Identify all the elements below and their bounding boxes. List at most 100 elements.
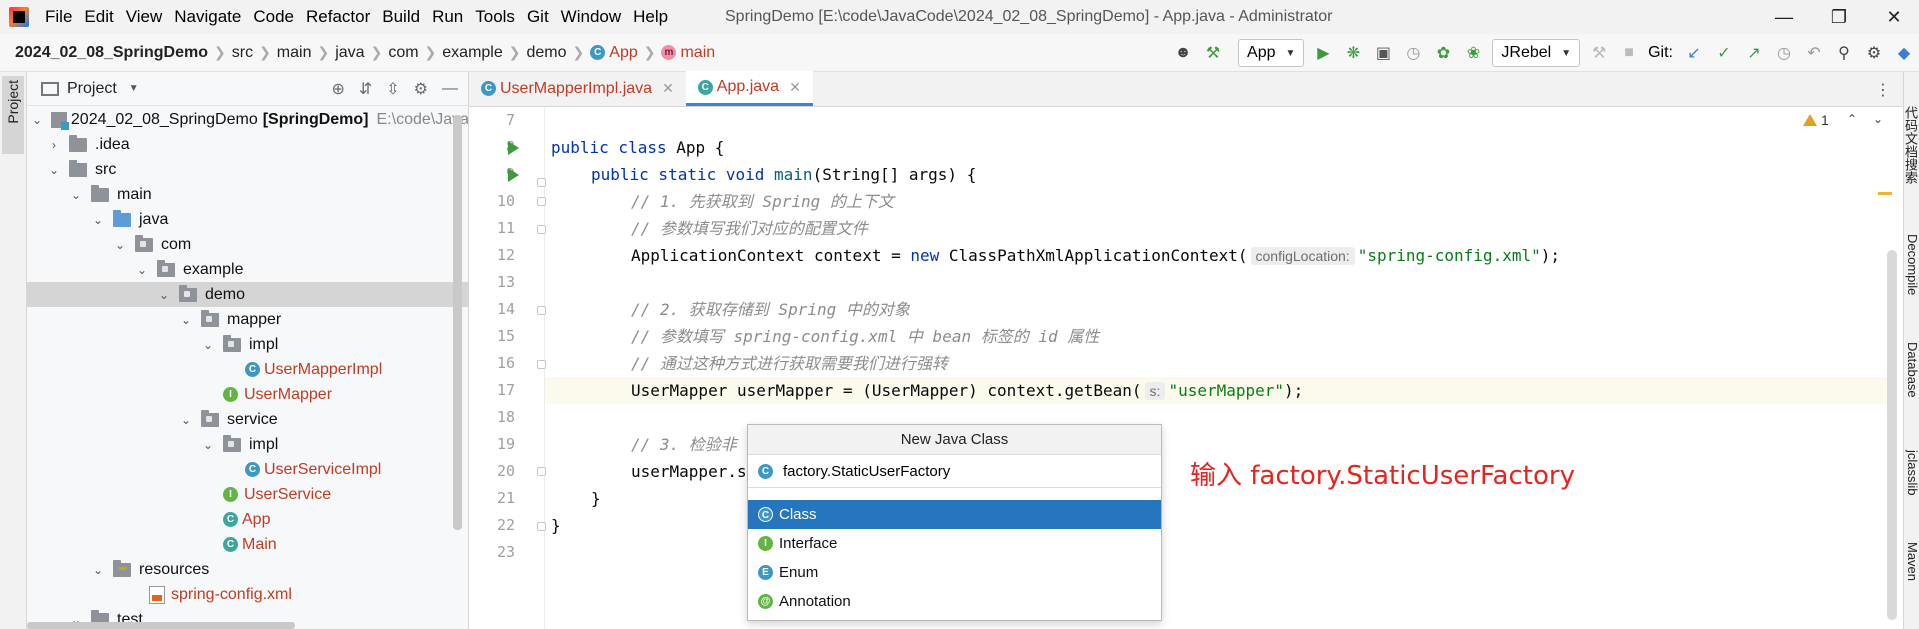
- menu-file[interactable]: File: [39, 0, 78, 34]
- tree-row-main[interactable]: ⌄ main: [27, 182, 468, 207]
- git-commit-icon[interactable]: ✓: [1709, 38, 1739, 68]
- class-name-input[interactable]: C factory.StaticUserFactory: [748, 455, 1161, 488]
- chevron-up-icon[interactable]: ⌃: [1847, 112, 1857, 126]
- tab-app-java[interactable]: C App.java ✕: [685, 71, 813, 106]
- breadcrumb-com[interactable]: com: [388, 44, 418, 62]
- close-icon[interactable]: ✕: [789, 79, 801, 96]
- menu-tools[interactable]: Tools: [469, 0, 521, 34]
- breadcrumb-demo[interactable]: demo: [527, 44, 567, 62]
- jrebel-debug-icon[interactable]: ❀: [1458, 38, 1488, 68]
- search-icon[interactable]: ⚲: [1829, 38, 1859, 68]
- collapse-all-icon[interactable]: ⇳: [386, 79, 399, 99]
- toolbox-icon[interactable]: ◆: [1889, 38, 1919, 68]
- right-tab-maven[interactable]: Maven: [1904, 542, 1919, 581]
- tree-row-resources[interactable]: ⌄ resources: [27, 557, 468, 582]
- menu-edit[interactable]: Edit: [78, 0, 119, 34]
- hammer-disabled-icon[interactable]: ⚒: [1584, 38, 1614, 68]
- chevron-down-icon[interactable]: ▼: [129, 83, 139, 94]
- tree-row-src[interactable]: ⌄ src: [27, 157, 468, 182]
- menu-view[interactable]: View: [120, 0, 169, 34]
- hide-icon[interactable]: —: [442, 80, 458, 98]
- git-push-icon[interactable]: ↗: [1739, 38, 1769, 68]
- right-tab-jclasslib[interactable]: jclasslib: [1904, 450, 1919, 496]
- project-tool-tab[interactable]: Project: [2, 76, 24, 154]
- class-name-input-value: factory.StaticUserFactory: [783, 462, 951, 480]
- jrebel-run-icon[interactable]: ✿: [1428, 38, 1458, 68]
- right-tab-database[interactable]: Database: [1904, 342, 1919, 398]
- editor-vertical-scrollbar[interactable]: [1887, 250, 1897, 620]
- minimize-icon[interactable]: —: [1759, 0, 1809, 34]
- tree-row-userserviceimpl[interactable]: C UserServiceImpl: [27, 457, 468, 482]
- menu-refactor[interactable]: Refactor: [300, 0, 376, 34]
- kind-option-enum[interactable]: E Enum: [748, 558, 1161, 587]
- kind-option-label: Enum: [779, 564, 819, 581]
- chevron-down-icon[interactable]: ⌄: [1873, 112, 1883, 126]
- expand-all-icon[interactable]: ⇵: [359, 79, 372, 99]
- tree-row-userservice[interactable]: I UserService: [27, 482, 468, 507]
- git-update-icon[interactable]: ↙: [1679, 38, 1709, 68]
- tree-row-usermapperimpl[interactable]: C UserMapperImpl: [27, 357, 468, 382]
- tree-row-java[interactable]: ⌄ java: [27, 207, 468, 232]
- rollback-icon[interactable]: ↶: [1799, 38, 1829, 68]
- tree-row-service-impl[interactable]: ⌄ impl: [27, 432, 468, 457]
- gear-icon[interactable]: ⚙: [414, 79, 428, 99]
- close-icon[interactable]: ✕: [1869, 0, 1919, 34]
- build-hammer-icon[interactable]: ⚒: [1198, 38, 1228, 68]
- kind-option-interface[interactable]: I Interface: [748, 529, 1161, 558]
- settings-gear-icon[interactable]: ⚙: [1859, 38, 1889, 68]
- breadcrumb-main[interactable]: main: [277, 44, 312, 62]
- tree-row-spring-config[interactable]: spring-config.xml: [27, 582, 468, 607]
- tree-row-service[interactable]: ⌄ service: [27, 407, 468, 432]
- tree-row-mapper[interactable]: ⌄ mapper: [27, 307, 468, 332]
- breadcrumb-project[interactable]: 2024_02_08_SpringDemo: [15, 44, 208, 62]
- tree-row-example[interactable]: ⌄ example: [27, 257, 468, 282]
- stop-icon[interactable]: ■: [1614, 38, 1644, 68]
- menu-window[interactable]: Window: [555, 0, 627, 34]
- menu-navigate[interactable]: Navigate: [168, 0, 247, 34]
- tree-row-mapper-impl[interactable]: ⌄ impl: [27, 332, 468, 357]
- project-vertical-scrollbar[interactable]: [453, 115, 462, 530]
- close-icon[interactable]: ✕: [662, 80, 674, 97]
- warning-stripe-marker[interactable]: [1878, 192, 1892, 195]
- breadcrumb-class[interactable]: C App: [590, 44, 638, 62]
- tree-module-name: [SpringDemo]: [262, 110, 369, 128]
- tab-usermapperimpl[interactable]: C UserMapperImpl.java ✕: [469, 71, 686, 106]
- run-icon[interactable]: ▶: [1308, 38, 1338, 68]
- coverage-icon[interactable]: ▣: [1368, 38, 1398, 68]
- restore-icon[interactable]: ❐: [1814, 0, 1864, 34]
- breadcrumb-src[interactable]: src: [232, 44, 253, 62]
- kind-option-class[interactable]: C Class: [748, 500, 1161, 529]
- run-gutter-icon[interactable]: [508, 141, 519, 155]
- run-gutter-icon[interactable]: [508, 168, 519, 182]
- jrebel-select[interactable]: JRebel ▼: [1492, 39, 1581, 67]
- breadcrumb-method[interactable]: m main: [661, 44, 715, 62]
- kind-option-annotation[interactable]: @ Annotation: [748, 587, 1161, 616]
- kind-option-label: Annotation: [779, 593, 851, 610]
- tree-row-idea[interactable]: › .idea: [27, 132, 468, 157]
- warning-indicator[interactable]: 1: [1803, 112, 1829, 128]
- breadcrumb-java[interactable]: java: [335, 44, 364, 62]
- menu-code[interactable]: Code: [247, 0, 300, 34]
- tree-row-app[interactable]: C App: [27, 507, 468, 532]
- history-icon[interactable]: ◷: [1769, 38, 1799, 68]
- right-tab-doc-search[interactable]: 代码文档搜索: [1903, 106, 1919, 184]
- tree-row-project-root[interactable]: ⌄ 2024_02_08_SpringDemo [SpringDemo] E:\…: [27, 107, 468, 132]
- tree-row-demo[interactable]: ⌄ demo: [27, 282, 468, 307]
- tree-row-com[interactable]: ⌄ com: [27, 232, 468, 257]
- more-vertical-icon[interactable]: ⋮: [1875, 80, 1891, 100]
- debug-icon[interactable]: ❋: [1338, 38, 1368, 68]
- profile-icon[interactable]: ◷: [1398, 38, 1428, 68]
- menu-help[interactable]: Help: [627, 0, 674, 34]
- right-tab-decompile[interactable]: Decompile: [1904, 234, 1919, 295]
- tree-row-main-class[interactable]: C Main: [27, 532, 468, 557]
- project-horizontal-scrollbar[interactable]: [27, 622, 295, 629]
- locate-icon[interactable]: ⊕: [331, 79, 344, 99]
- menu-run[interactable]: Run: [426, 0, 469, 34]
- menu-git[interactable]: Git: [521, 0, 555, 34]
- breadcrumb-example[interactable]: example: [442, 44, 502, 62]
- run-config-select[interactable]: App ▼: [1238, 39, 1305, 67]
- project-panel-title[interactable]: Project: [67, 80, 117, 98]
- user-icon[interactable]: ☻: [1168, 38, 1198, 68]
- tree-row-usermapper[interactable]: I UserMapper: [27, 382, 468, 407]
- menu-build[interactable]: Build: [376, 0, 426, 34]
